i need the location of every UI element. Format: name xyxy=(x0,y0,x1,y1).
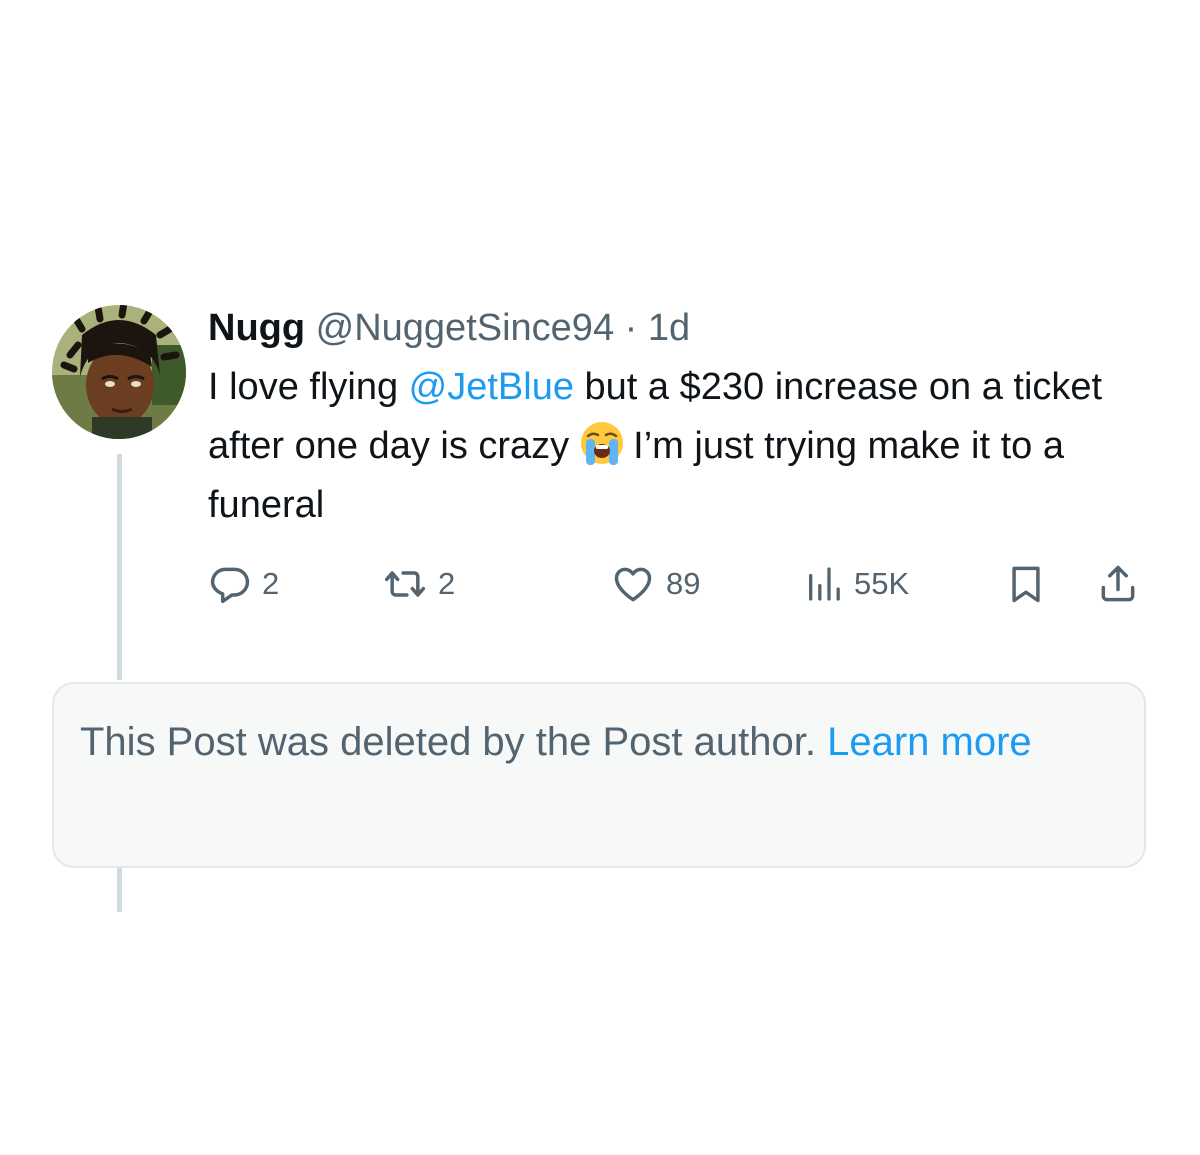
reply-icon xyxy=(208,562,252,606)
author-handle[interactable]: @NuggetSince94 xyxy=(316,307,614,349)
post-text-part1: I love flying xyxy=(208,366,409,408)
views-button[interactable]: 55K xyxy=(804,556,909,612)
post-actions-bar: 2 2 89 55K xyxy=(208,556,1148,612)
post[interactable]: Nugg @NuggetSince94 · 1d I love flying @… xyxy=(208,300,1168,535)
post-timestamp[interactable]: 1d xyxy=(648,307,690,349)
post-header: Nugg @NuggetSince94 · 1d xyxy=(208,300,1168,356)
deleted-notice-text: This Post was deleted by the Post author… xyxy=(80,720,816,764)
views-count: 55K xyxy=(854,566,910,601)
mention-link[interactable]: @JetBlue xyxy=(409,366,574,408)
avatar[interactable] xyxy=(52,305,186,439)
thread-connector-line-lower xyxy=(117,868,122,912)
like-icon xyxy=(610,562,656,606)
repost-icon xyxy=(382,562,428,606)
repost-button[interactable]: 2 xyxy=(382,556,455,612)
like-count: 89 xyxy=(666,566,701,601)
deleted-post-notice: This Post was deleted by the Post author… xyxy=(52,682,1146,868)
share-button[interactable] xyxy=(1096,556,1140,612)
post-text: I love flying @JetBlue but a $230 increa… xyxy=(208,358,1148,535)
reply-count: 2 xyxy=(262,566,280,601)
bookmark-button[interactable] xyxy=(1004,556,1048,612)
thread-connector-line xyxy=(117,454,122,680)
views-icon xyxy=(804,562,844,606)
repost-count: 2 xyxy=(438,566,456,601)
learn-more-link[interactable]: Learn more xyxy=(827,720,1032,764)
time-separator: · xyxy=(624,307,638,349)
author-name[interactable]: Nugg xyxy=(208,307,305,349)
bookmark-icon xyxy=(1004,562,1048,606)
reply-button[interactable]: 2 xyxy=(208,556,279,612)
loudly-crying-face-icon xyxy=(579,420,625,466)
share-icon xyxy=(1096,562,1140,606)
like-button[interactable]: 89 xyxy=(610,556,700,612)
